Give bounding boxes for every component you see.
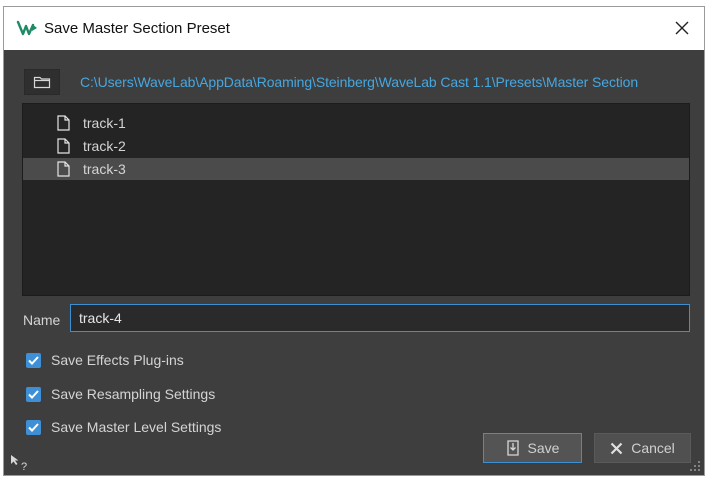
save-icon bbox=[506, 440, 519, 456]
file-label: track-3 bbox=[83, 161, 126, 177]
preset-path-link[interactable]: C:\Users\WaveLab\AppData\Roaming\Steinbe… bbox=[80, 74, 638, 90]
save-master-level-label: Save Master Level Settings bbox=[51, 419, 222, 435]
folder-icon bbox=[33, 76, 51, 89]
preset-file-list[interactable]: track-1 track-2 track-3 bbox=[22, 103, 690, 296]
help-cursor-icon[interactable]: ? bbox=[10, 454, 32, 472]
app-logo-icon bbox=[16, 20, 37, 36]
file-icon bbox=[57, 138, 70, 154]
file-item-track-2[interactable]: track-2 bbox=[23, 135, 689, 157]
dialog-title: Save Master Section Preset bbox=[44, 20, 230, 37]
save-effects-label: Save Effects Plug-ins bbox=[51, 352, 184, 368]
save-resampling-checkbox[interactable]: Save Resampling Settings bbox=[26, 384, 215, 404]
name-label: Name bbox=[23, 312, 61, 328]
cancel-button[interactable]: Cancel bbox=[594, 433, 691, 463]
svg-text:?: ? bbox=[21, 461, 27, 472]
save-effects-checkbox[interactable]: Save Effects Plug-ins bbox=[26, 350, 184, 370]
checkmark-icon bbox=[28, 422, 39, 432]
cancel-x-icon bbox=[610, 442, 623, 454]
file-label: track-2 bbox=[83, 138, 126, 154]
file-item-track-1[interactable]: track-1 bbox=[23, 112, 689, 134]
checkbox-checked[interactable] bbox=[26, 419, 41, 435]
preset-name-input[interactable] bbox=[70, 304, 690, 332]
cancel-button-label: Cancel bbox=[631, 440, 675, 456]
save-button[interactable]: Save bbox=[483, 433, 582, 463]
checkmark-icon bbox=[28, 355, 39, 365]
close-icon bbox=[675, 21, 689, 35]
checkbox-checked[interactable] bbox=[26, 386, 41, 402]
checkbox-checked[interactable] bbox=[26, 352, 41, 368]
save-preset-dialog: Save Master Section Preset C:\Users\Wave… bbox=[3, 6, 705, 476]
path-row: C:\Users\WaveLab\AppData\Roaming\Steinbe… bbox=[24, 69, 690, 97]
file-item-track-3[interactable]: track-3 bbox=[23, 158, 689, 180]
checkmark-icon bbox=[28, 389, 39, 399]
resize-grip-icon[interactable] bbox=[689, 460, 701, 472]
browse-folder-button[interactable] bbox=[24, 69, 60, 95]
close-button[interactable] bbox=[664, 11, 700, 45]
file-label: track-1 bbox=[83, 115, 126, 131]
save-resampling-label: Save Resampling Settings bbox=[51, 386, 216, 402]
file-icon bbox=[57, 161, 70, 177]
title-bar: Save Master Section Preset bbox=[4, 7, 704, 50]
save-master-level-checkbox[interactable]: Save Master Level Settings bbox=[26, 417, 221, 437]
file-icon bbox=[57, 115, 70, 131]
save-button-label: Save bbox=[527, 440, 560, 456]
